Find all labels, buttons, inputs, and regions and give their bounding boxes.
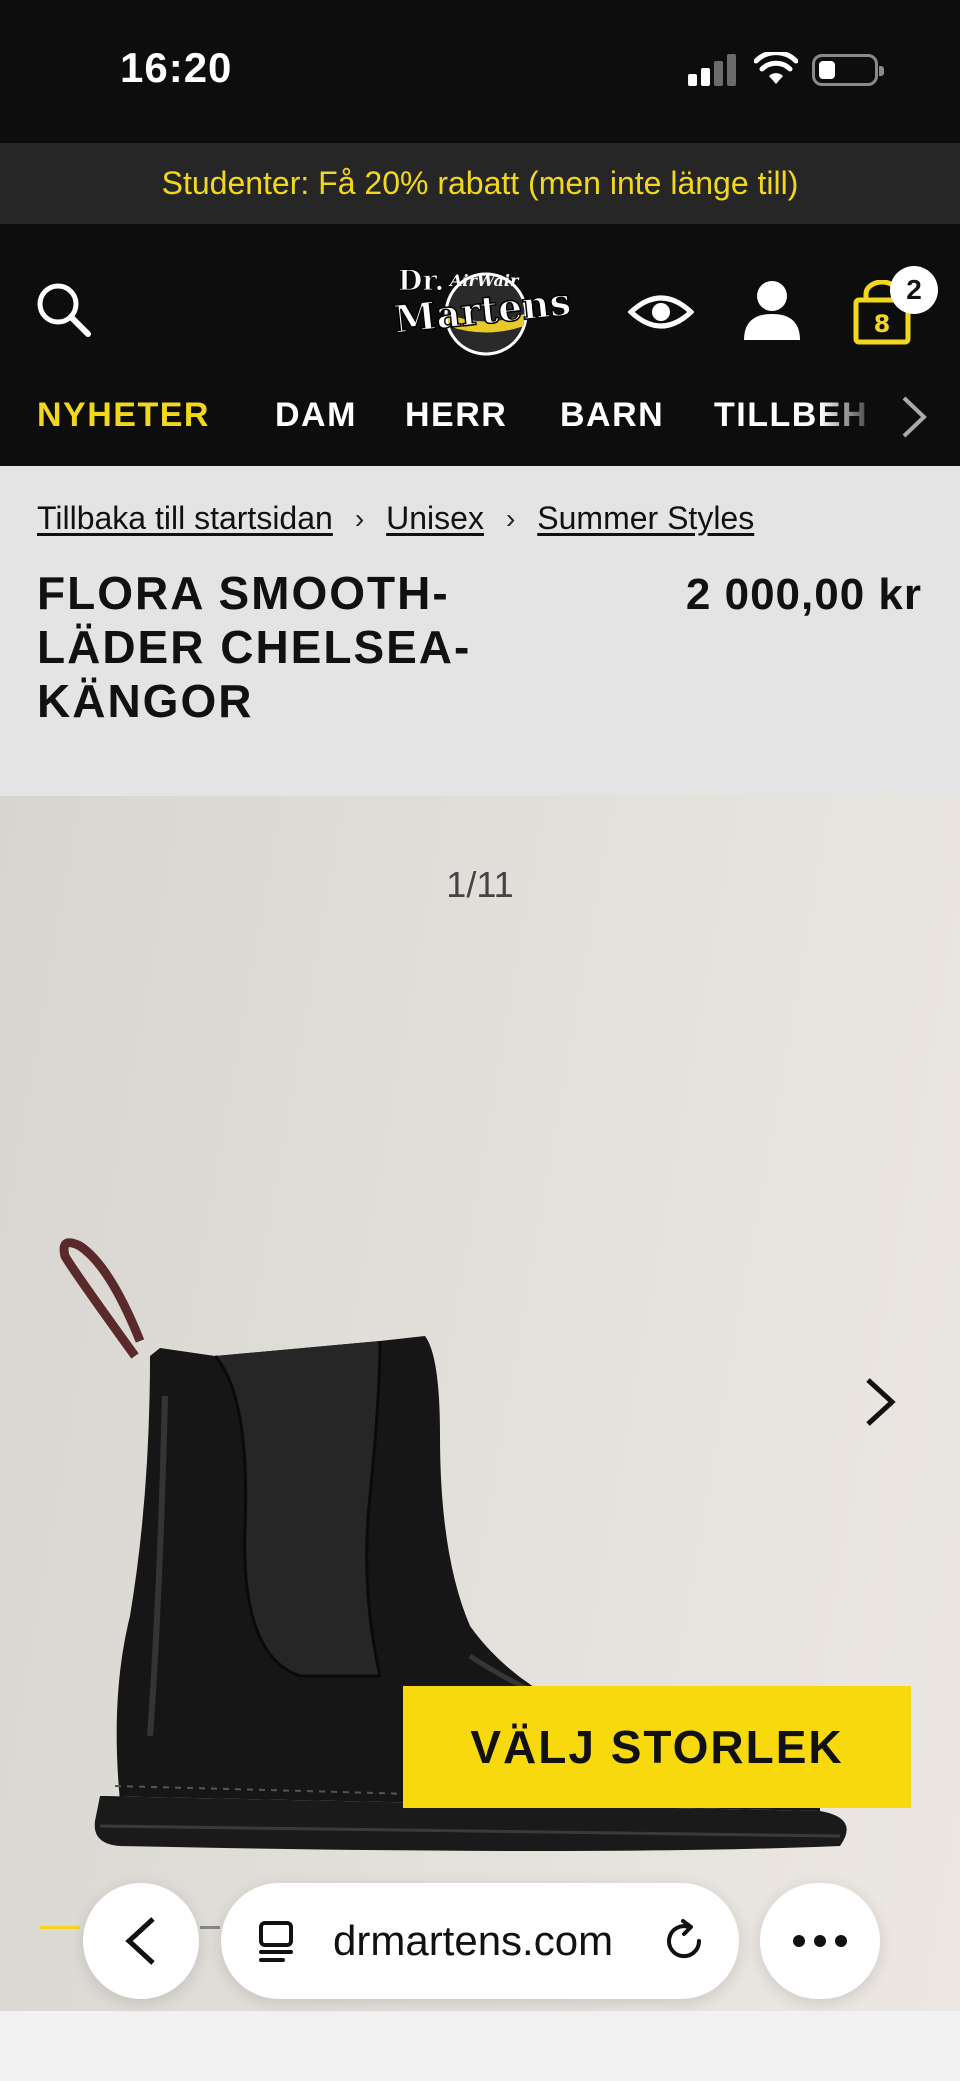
- nav-item-barn[interactable]: BARN: [560, 396, 664, 435]
- product-gallery[interactable]: 1/11 VÄLJ STORLEK: [0, 796, 960, 2011]
- browser-back-button[interactable]: [83, 1883, 199, 1999]
- cellular-signal-icon: [688, 54, 738, 86]
- browser-url: drmartens.com: [333, 1917, 614, 1964]
- tabs-icon[interactable]: [257, 1919, 301, 1963]
- select-size-button[interactable]: VÄLJ STORLEK: [403, 1686, 911, 1808]
- breadcrumb-separator: ›: [505, 502, 516, 534]
- product-price: 2 000,00 kr: [685, 570, 922, 619]
- chevron-left-icon: [125, 1917, 155, 1965]
- battery-icon: [812, 54, 884, 86]
- nav-item-herr[interactable]: HERR: [405, 396, 507, 435]
- product-header: Tillbaka till startsidan › Unisex › Summ…: [0, 466, 960, 796]
- main-nav: NYHETER DAM HERR BARN TILLBEH: [0, 376, 960, 456]
- wifi-icon: [754, 52, 798, 84]
- chevron-right-icon[interactable]: [896, 394, 930, 440]
- account-icon[interactable]: [742, 278, 802, 342]
- dr-martens-logo[interactable]: Dr. AirWair Martens: [390, 254, 574, 364]
- breadcrumb-home[interactable]: Tillbaka till startsidan: [37, 500, 333, 537]
- nav-item-dam[interactable]: DAM: [275, 396, 357, 435]
- gallery-progress-active: [40, 1926, 80, 1929]
- nav-fade: [820, 376, 960, 456]
- gallery-progress-track: [200, 1926, 220, 1929]
- nav-item-nyheter[interactable]: NYHETER: [37, 396, 210, 435]
- site-header: Dr. AirWair Martens 8 NYHETER DAM HERR B…: [0, 224, 960, 466]
- status-bar: 16:20: [0, 0, 960, 143]
- more-dots-icon: [793, 1935, 847, 1947]
- cart-count-badge: 2: [890, 266, 938, 314]
- reload-icon[interactable]: [661, 1918, 707, 1964]
- bottom-strip: [0, 2011, 960, 2081]
- eye-icon[interactable]: [628, 290, 694, 334]
- product-title: FLORA SMOOTH-LÄDER CHELSEA-KÄNGOR: [37, 567, 472, 727]
- promo-text: Studenter: Få 20% rabatt (men inte länge…: [161, 165, 799, 201]
- search-icon[interactable]: [34, 280, 94, 340]
- promo-banner[interactable]: Studenter: Få 20% rabatt (men inte länge…: [0, 143, 960, 224]
- svg-text:8: 8: [874, 310, 891, 338]
- next-image-chevron-icon[interactable]: [862, 1376, 898, 1428]
- browser-more-button[interactable]: [760, 1883, 880, 1999]
- breadcrumb: Tillbaka till startsidan › Unisex › Summ…: [37, 500, 754, 537]
- status-time: 16:20: [120, 44, 233, 91]
- browser-address-bar[interactable]: drmartens.com: [221, 1883, 739, 1999]
- breadcrumb-unisex[interactable]: Unisex: [386, 500, 484, 537]
- breadcrumb-summer-styles[interactable]: Summer Styles: [537, 500, 754, 537]
- breadcrumb-separator: ›: [354, 502, 365, 534]
